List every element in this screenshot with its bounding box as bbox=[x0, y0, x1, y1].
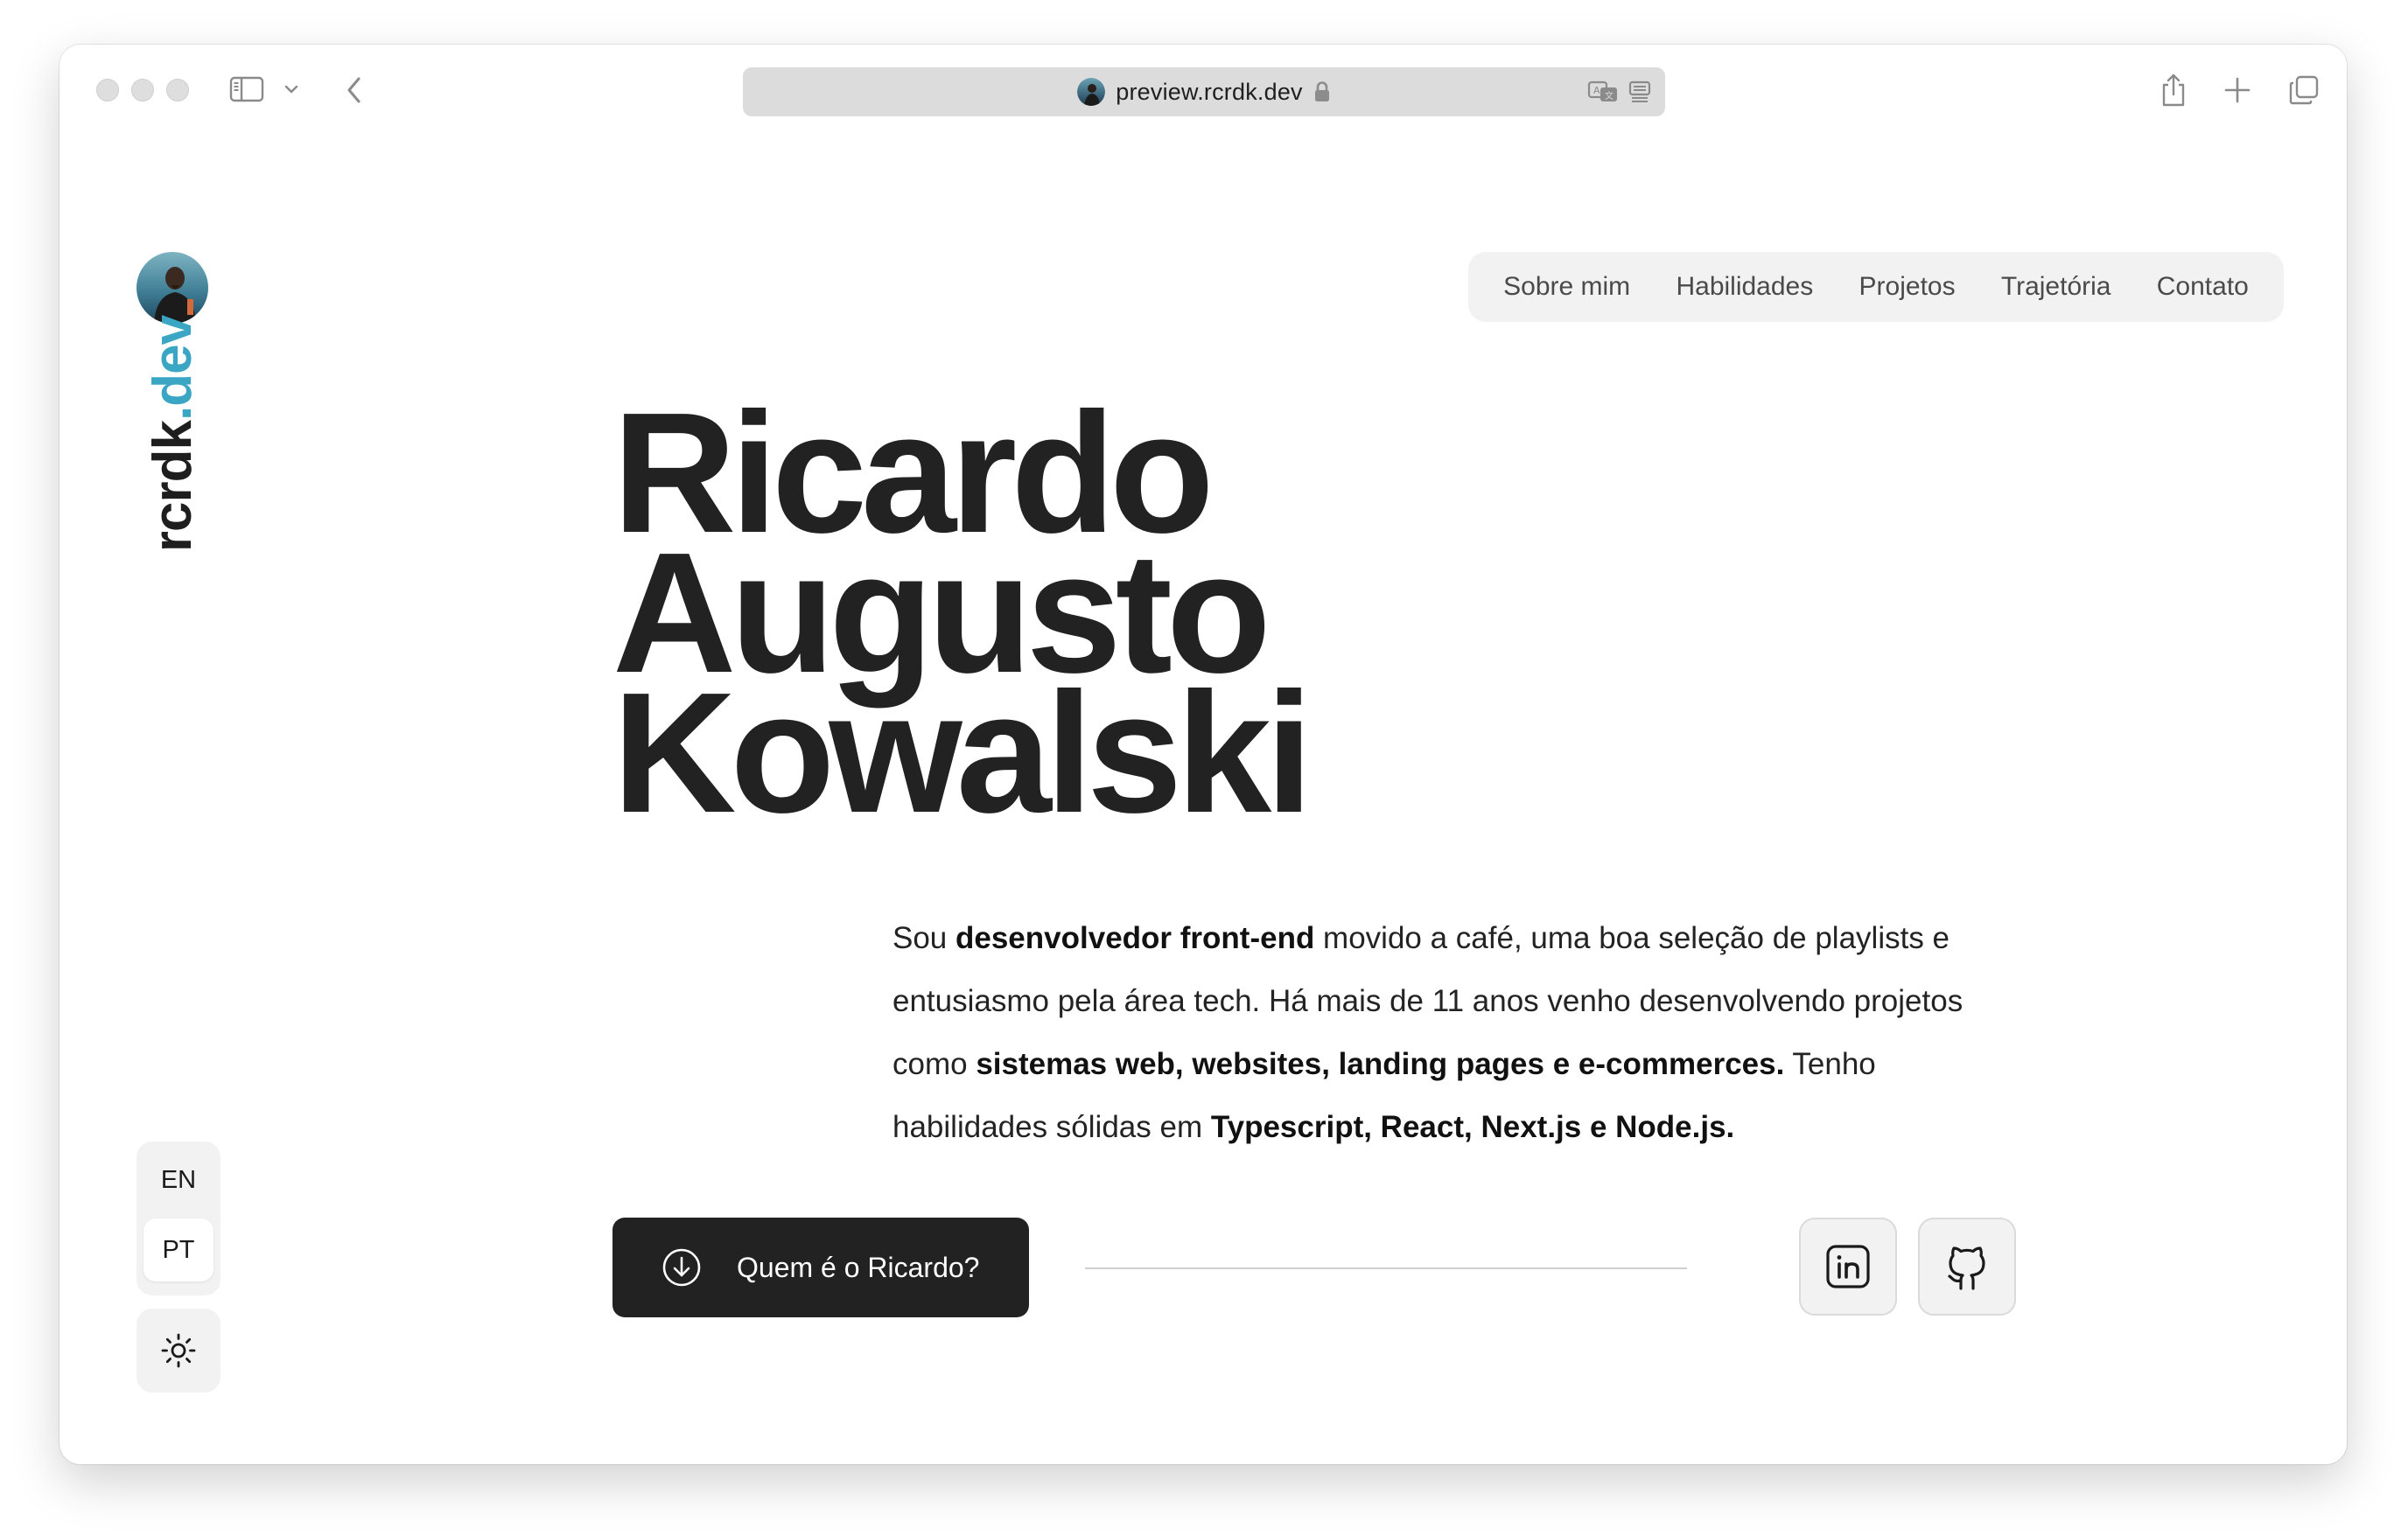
intro-highlight-projects: sistemas web, websites, landing pages e … bbox=[976, 1047, 1785, 1081]
svg-text:文: 文 bbox=[1605, 90, 1614, 101]
linkedin-button[interactable] bbox=[1799, 1218, 1897, 1316]
main-nav: Sobre mim Habilidades Projetos Trajetóri… bbox=[1468, 252, 2284, 322]
intro-highlight-skills: Typescript, React, Next.js e Node.js. bbox=[1210, 1110, 1735, 1144]
lock-icon bbox=[1313, 80, 1331, 103]
url-text: preview.rcrdk.dev bbox=[1116, 78, 1303, 105]
nav-item-projetos[interactable]: Projetos bbox=[1849, 265, 1966, 309]
minimize-window-button[interactable] bbox=[131, 79, 154, 101]
github-button[interactable] bbox=[1918, 1218, 2016, 1316]
share-icon[interactable] bbox=[2157, 71, 2190, 109]
browser-toolbar: preview.rcrdk.dev A文 bbox=[60, 45, 2347, 136]
hero-last-name: Kowalski bbox=[612, 657, 1313, 848]
back-chevron-icon[interactable] bbox=[341, 74, 368, 106]
language-switcher: EN PT bbox=[136, 1142, 220, 1295]
brand-domain: .dev bbox=[143, 315, 203, 421]
github-icon bbox=[1943, 1242, 1991, 1291]
language-option-en[interactable]: EN bbox=[144, 1149, 214, 1211]
nav-item-trajetoria[interactable]: Trajetória bbox=[1991, 265, 2122, 309]
nav-item-sobre-mim[interactable]: Sobre mim bbox=[1493, 265, 1641, 309]
hero-name: Ricardo Augusto Kowalski bbox=[612, 387, 1313, 848]
translate-icon[interactable]: A文 bbox=[1586, 78, 1620, 106]
intro-text: Sou bbox=[892, 921, 956, 955]
page-content: rcrdk.dev Sobre mim Habilidades Projetos… bbox=[60, 136, 2347, 1464]
close-window-button[interactable] bbox=[96, 79, 119, 101]
who-is-ricardo-button[interactable]: Quem é o Ricardo? bbox=[612, 1218, 1029, 1317]
tabs-overview-icon[interactable] bbox=[2286, 73, 2321, 108]
address-bar[interactable]: preview.rcrdk.dev A文 bbox=[743, 67, 1665, 116]
avatar[interactable] bbox=[136, 252, 208, 324]
reader-icon[interactable] bbox=[1626, 78, 1654, 106]
zoom-window-button[interactable] bbox=[166, 79, 189, 101]
plus-icon[interactable] bbox=[2222, 74, 2253, 106]
browser-window: preview.rcrdk.dev A文 rcrdk.dev Sobre mim… bbox=[60, 45, 2347, 1464]
svg-text:A: A bbox=[1593, 85, 1600, 96]
language-option-pt[interactable]: PT bbox=[144, 1218, 214, 1281]
arrow-down-circle-icon bbox=[662, 1247, 702, 1288]
nav-item-habilidades[interactable]: Habilidades bbox=[1665, 265, 1824, 309]
intro-paragraph: Sou desenvolvedor front-end movido a caf… bbox=[892, 907, 1978, 1159]
intro-highlight-role: desenvolvedor front-end bbox=[956, 921, 1315, 955]
linkedin-icon bbox=[1825, 1244, 1871, 1289]
chevron-down-icon[interactable] bbox=[282, 80, 301, 99]
divider-line bbox=[1085, 1267, 1687, 1269]
sidebar-icon[interactable] bbox=[229, 74, 264, 104]
site-favicon bbox=[1077, 78, 1106, 106]
nav-item-contato[interactable]: Contato bbox=[2146, 265, 2259, 309]
cta-label: Quem é o Ricardo? bbox=[737, 1251, 980, 1283]
theme-toggle-button[interactable] bbox=[136, 1309, 220, 1393]
brand-name: rcrdk bbox=[143, 420, 203, 553]
sun-icon bbox=[159, 1331, 198, 1370]
